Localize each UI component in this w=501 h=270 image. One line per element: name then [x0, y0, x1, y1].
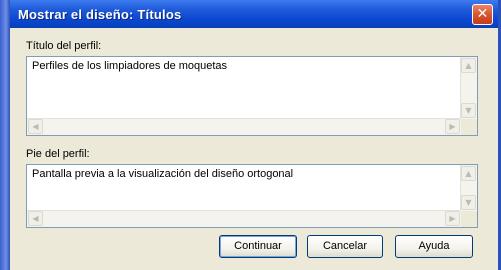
scroll-corner	[461, 211, 477, 227]
profile-footer-label: Pie del perfil:	[26, 148, 90, 160]
scroll-up-icon: ▲	[465, 61, 472, 70]
horizontal-scrollbar[interactable]: ◀ ▶	[27, 210, 461, 227]
scroll-right-icon: ▶	[449, 214, 456, 223]
window-title: Mostrar el diseño: Títulos	[18, 7, 182, 22]
profile-footer-field[interactable]: Pantalla previa a la visualización del d…	[26, 164, 478, 228]
scroll-left-icon: ◀	[32, 122, 39, 131]
window-left-edge	[0, 0, 10, 270]
help-button[interactable]: Ayuda	[395, 235, 473, 258]
scroll-up-button[interactable]: ▲	[461, 58, 476, 73]
horizontal-scrollbar[interactable]: ◀ ▶	[27, 118, 461, 135]
scroll-down-button[interactable]: ▼	[461, 103, 476, 118]
scroll-left-button[interactable]: ◀	[28, 211, 43, 226]
profile-title-field[interactable]: Perfiles de los limpiadores de moquetas …	[26, 56, 478, 136]
vertical-scrollbar[interactable]: ▲ ▼	[460, 57, 477, 119]
scroll-corner	[461, 119, 477, 135]
scroll-right-button[interactable]: ▶	[445, 119, 460, 134]
scroll-up-button[interactable]: ▲	[461, 166, 476, 181]
title-bar[interactable]: Mostrar el diseño: Títulos ✕	[10, 0, 498, 28]
scroll-down-icon: ▼	[465, 198, 472, 207]
scroll-up-icon: ▲	[465, 169, 472, 178]
continue-button[interactable]: Continuar	[219, 235, 297, 258]
close-button[interactable]: ✕	[472, 4, 493, 25]
scroll-down-button[interactable]: ▼	[461, 195, 476, 210]
scroll-right-button[interactable]: ▶	[445, 211, 460, 226]
close-icon: ✕	[476, 6, 489, 22]
scroll-left-icon: ◀	[32, 214, 39, 223]
profile-title-text: Perfiles de los limpiadores de moquetas	[32, 60, 228, 72]
profile-title-label: Título del perfil:	[26, 40, 102, 52]
scroll-left-button[interactable]: ◀	[28, 119, 43, 134]
scroll-down-icon: ▼	[465, 106, 472, 115]
cancel-button[interactable]: Cancelar	[307, 235, 383, 258]
profile-footer-text: Pantalla previa a la visualización del d…	[32, 168, 294, 180]
vertical-scrollbar[interactable]: ▲ ▼	[460, 165, 477, 211]
scroll-right-icon: ▶	[449, 122, 456, 131]
